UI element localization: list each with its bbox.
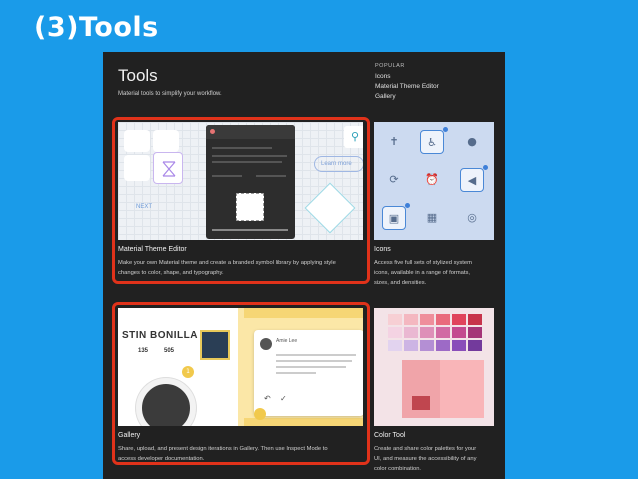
- center-focus-icon: ◎: [467, 211, 477, 224]
- accessibility-icon: ✝: [389, 135, 399, 148]
- calendar-icon: ▦: [426, 211, 438, 224]
- icons-title[interactable]: Icons: [374, 246, 391, 253]
- popular-list: POPULAR Icons Material Theme Editor Gall…: [375, 63, 439, 102]
- popular-item-gallery[interactable]: Gallery: [375, 92, 439, 102]
- icons-thumbnail: ✝ ♿ ● ⟳ ⏰ ◀ ▣ ▦ ◎: [374, 122, 494, 240]
- tools-panel: Tools Material tools to simplify your wo…: [103, 52, 505, 479]
- account-icon: ●: [467, 135, 477, 148]
- commute-icon: ▣: [382, 206, 406, 230]
- color-tool-desc-3: color combination.: [374, 466, 422, 472]
- popular-item-icons[interactable]: Icons: [375, 72, 439, 82]
- highlight-theme-editor: [112, 117, 370, 284]
- color-tool-title[interactable]: Color Tool: [374, 432, 405, 439]
- slide-title: (3)Tools: [34, 12, 159, 43]
- color-tool-desc-2: UI, and measure the accessibility of any: [374, 456, 477, 462]
- autorenew-icon: ⟳: [389, 173, 399, 186]
- icons-desc-1: Access five full sets of stylized system: [374, 260, 472, 266]
- card-icons[interactable]: ✝ ♿ ● ⟳ ⏰ ◀ ▣ ▦ ◎ Icons Access five full…: [374, 122, 494, 292]
- page-title: Tools: [118, 66, 158, 85]
- page-subtitle: Material tools to simplify your workflow…: [118, 91, 222, 97]
- icons-desc-3: sizes, and densities.: [374, 280, 427, 286]
- secondary-color-preview: [440, 360, 484, 418]
- wheelchair-icon: ♿: [420, 130, 444, 154]
- color-tool-thumbnail: [374, 308, 494, 426]
- highlight-gallery: [112, 302, 370, 465]
- alarm-icon: ⏰: [425, 173, 439, 186]
- color-tool-desc-1: Create and share color palettes for your: [374, 446, 477, 452]
- popular-item-theme-editor[interactable]: Material Theme Editor: [375, 82, 439, 92]
- volume-icon: ◀: [460, 168, 484, 192]
- popular-heading: POPULAR: [375, 63, 405, 69]
- card-color-tool[interactable]: Color Tool Create and share color palett…: [374, 308, 494, 478]
- icons-desc-2: icons, available in a range of formats,: [374, 270, 471, 276]
